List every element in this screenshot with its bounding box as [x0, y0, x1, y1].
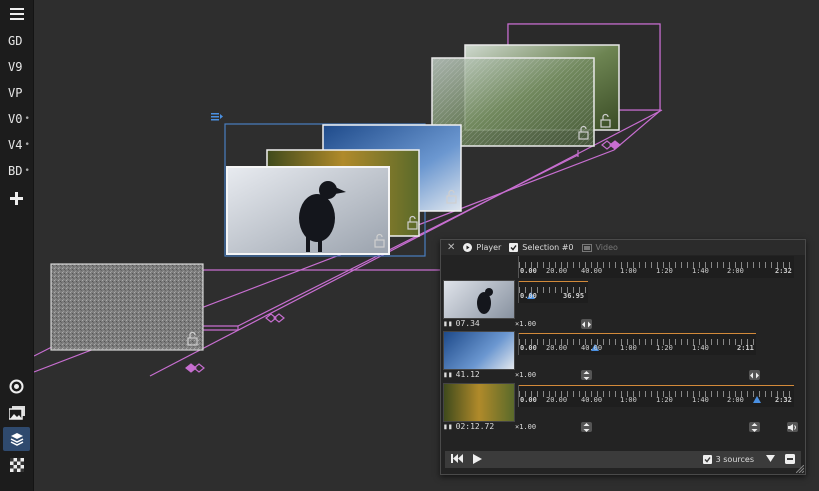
sidebar-item-label: V0 — [8, 112, 23, 126]
video-icon — [581, 243, 592, 252]
target-icon[interactable] — [3, 374, 30, 398]
ruler-start: 0.00 — [520, 267, 537, 275]
track-thumbnail-autumn[interactable] — [443, 383, 515, 422]
chevron-down-icon[interactable] — [766, 455, 775, 464]
track-end: 36.95 — [563, 292, 585, 300]
track-thumbnail-sky[interactable] — [443, 331, 515, 370]
pause-icon[interactable]: ▮▮ — [443, 370, 453, 379]
player-tabs: ✕ Player Selection #0 Video — [441, 240, 805, 255]
sidebar-item-dot: • — [24, 140, 30, 150]
track-speed[interactable]: ×1.00 — [515, 320, 536, 328]
fit-height-icon[interactable] — [581, 370, 592, 380]
checkbox-checked-icon — [509, 243, 519, 252]
fit-height-icon[interactable] — [581, 422, 592, 432]
track-mark: 40.00 — [581, 344, 603, 352]
track-time-value: 41.12 — [455, 370, 480, 379]
track-end: 2:32 — [775, 396, 792, 404]
track-time-value: 07.34 — [455, 319, 480, 328]
resize-handle-icon[interactable] — [796, 465, 804, 473]
tab-player[interactable]: Player — [463, 243, 501, 252]
layer-sidebar: GD V9 VP V0 • V4 • BD • — [0, 0, 34, 491]
tab-video-label: Video — [595, 243, 618, 252]
sidebar-item-dot: • — [24, 166, 30, 176]
tab-selection-label: Selection #0 — [522, 243, 574, 252]
pause-icon[interactable]: ▮▮ — [443, 319, 453, 328]
sidebar-item-label: GD — [8, 34, 23, 48]
ruler-mark: 1:00 — [620, 267, 637, 275]
add-icon[interactable] — [3, 186, 30, 210]
layers-icon[interactable] — [3, 427, 30, 451]
track-start: 0.00 — [520, 344, 537, 352]
ruler-mark: 2:00 — [727, 267, 744, 275]
track-mark: 1:20 — [656, 396, 673, 404]
track-mark: 1:20 — [656, 344, 673, 352]
checker-icon[interactable] — [3, 453, 30, 477]
track-time: ▮▮ 07.34 — [443, 319, 480, 328]
track-mark: 20.00 — [546, 344, 568, 352]
track-mark: 1:00 — [620, 396, 637, 404]
track-mark: 1:00 — [620, 344, 637, 352]
tab-player-label: Player — [476, 243, 502, 252]
sidebar-item-label: V4 — [8, 138, 23, 152]
images-icon[interactable] — [3, 401, 30, 425]
ruler-mark: 20.00 — [546, 267, 568, 275]
track-ruler[interactable]: 0.00 20.00 40.00 1:00 1:20 1:40 2:11 — [518, 333, 756, 355]
track-speed[interactable]: ×1.00 — [515, 423, 536, 431]
ruler-mark: 1:40 — [692, 267, 709, 275]
track-start: 0.00 — [520, 292, 537, 300]
fit-height-icon[interactable] — [749, 422, 760, 432]
fit-width-icon[interactable] — [749, 370, 760, 380]
sidebar-item-gd[interactable]: GD — [0, 29, 33, 53]
track-mark: 20.00 — [546, 396, 568, 404]
sidebar-item-v0[interactable]: V0 • — [0, 107, 33, 131]
collapse-icon[interactable] — [785, 453, 795, 466]
checkbox-checked-icon — [702, 455, 712, 464]
track-thumbnail-crow[interactable] — [443, 280, 515, 319]
close-icon[interactable]: ✕ — [447, 242, 455, 253]
track-mark: 1:40 — [692, 344, 709, 352]
skip-back-icon[interactable] — [451, 454, 463, 465]
sidebar-item-v4[interactable]: V4 • — [0, 133, 33, 157]
tab-video[interactable]: Video — [581, 243, 618, 252]
ruler-end: 2:32 — [775, 267, 792, 275]
track-time: ▮▮ 02:12.72 — [443, 422, 494, 431]
menu-icon[interactable] — [3, 2, 30, 26]
track-time: ▮▮ 41.12 — [443, 370, 480, 379]
track-mark: 2:00 — [727, 396, 744, 404]
sidebar-item-dot: • — [24, 114, 30, 124]
play-icon[interactable] — [473, 453, 482, 466]
sidebar-item-vp[interactable]: VP — [0, 81, 33, 105]
tab-selection[interactable]: Selection #0 — [509, 243, 574, 252]
sidebar-item-v9[interactable]: V9 — [0, 55, 33, 79]
sidebar-item-label: VP — [8, 86, 23, 100]
player-footer: 3 sources — [445, 451, 801, 468]
sidebar-item-label: V9 — [8, 60, 23, 74]
pause-icon[interactable]: ▮▮ — [443, 422, 453, 431]
ruler-mark: 1:20 — [656, 267, 673, 275]
sidebar-item-bd[interactable]: BD • — [0, 159, 33, 183]
track-end: 2:11 — [737, 344, 754, 352]
track-mark: 1:40 — [692, 396, 709, 404]
player-panel: ✕ Player Selection #0 Video 0.00 20.00 4… — [440, 239, 806, 475]
track-ruler[interactable]: 0.00 36.95 — [518, 281, 588, 303]
track-speed[interactable]: ×1.00 — [515, 371, 536, 379]
sources-toggle[interactable]: 3 sources — [702, 455, 754, 464]
sidebar-item-label: BD — [8, 164, 23, 178]
play-circle-icon — [463, 243, 473, 252]
sources-label: 3 sources — [715, 455, 754, 464]
track-ruler[interactable]: 0.00 20.00 40.00 1:00 1:20 1:40 2:00 2:3… — [518, 385, 794, 407]
ruler-mark: 40.00 — [581, 267, 603, 275]
volume-icon[interactable] — [787, 422, 798, 432]
track-start: 0.00 — [520, 396, 537, 404]
track-mark: 40.00 — [581, 396, 603, 404]
fit-width-icon[interactable] — [581, 319, 592, 329]
track-time-value: 02:12.72 — [455, 422, 495, 431]
main-timeline-ruler[interactable]: 0.00 20.00 40.00 1:00 1:20 1:40 2:00 2:3… — [518, 256, 794, 278]
